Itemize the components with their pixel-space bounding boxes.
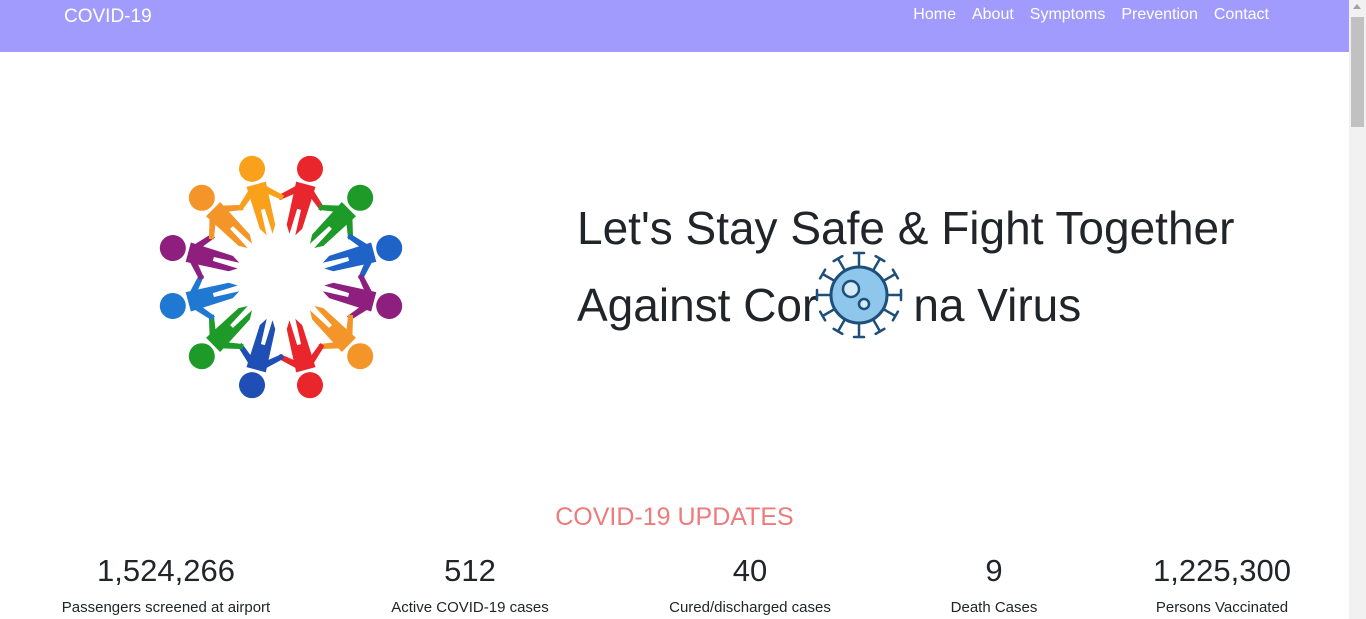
stat-label: Active COVID-19 cases <box>391 599 549 616</box>
stat-deaths: 9 Death Cases <box>904 552 1084 616</box>
hero-line-2-end: na Virus <box>913 279 1082 331</box>
coronavirus-icon <box>816 251 903 339</box>
nav-link-symptoms[interactable]: Symptoms <box>1022 6 1114 24</box>
stat-label: Cured/discharged cases <box>669 599 831 616</box>
vertical-scrollbar[interactable] <box>1349 0 1366 619</box>
nav-links: Home About Symptoms Prevention Contact <box>905 6 1277 24</box>
stat-vaccinated: 1,225,300 Persons Vaccinated <box>1122 552 1322 616</box>
scroll-up-arrow-icon[interactable] <box>1353 4 1361 9</box>
nav-link-prevention[interactable]: Prevention <box>1113 6 1206 24</box>
stat-value: 40 <box>732 553 768 588</box>
updates-title: COVID-19 UPDATES <box>555 503 794 531</box>
brand-link[interactable]: COVID-19 <box>64 6 152 28</box>
stat-value: 9 <box>985 553 1003 588</box>
stat-value: 1,524,266 <box>97 553 235 588</box>
nav-link-home[interactable]: Home <box>905 6 964 24</box>
navbar: COVID-19 Home About Symptoms Prevention … <box>0 0 1349 52</box>
hero-headline: Let's Stay Safe & Fight Together Against… <box>577 190 1234 344</box>
nav-link-contact[interactable]: Contact <box>1206 6 1277 24</box>
stat-label: Death Cases <box>950 599 1038 616</box>
stat-value: 1,225,300 <box>1153 553 1291 588</box>
nav-link-about[interactable]: About <box>964 6 1022 24</box>
stat-value: 512 <box>444 553 496 588</box>
scrollbar-thumb[interactable] <box>1351 17 1364 127</box>
stat-label: Passengers screened at airport <box>61 599 271 616</box>
stat-active-cases: 512 Active COVID-19 cases <box>360 552 580 616</box>
people-circle-logo-icon <box>159 155 403 399</box>
hero-line-2-start: Against Cor <box>577 279 818 331</box>
virus-icon-wrap <box>816 251 913 339</box>
stat-cured: 40 Cured/discharged cases <box>640 552 860 616</box>
stat-passengers: 1,524,266 Passengers screened at airport <box>48 552 284 616</box>
hero-line-2: Against Cor na Virus <box>577 251 1234 344</box>
stat-label: Persons Vaccinated <box>1155 599 1289 616</box>
